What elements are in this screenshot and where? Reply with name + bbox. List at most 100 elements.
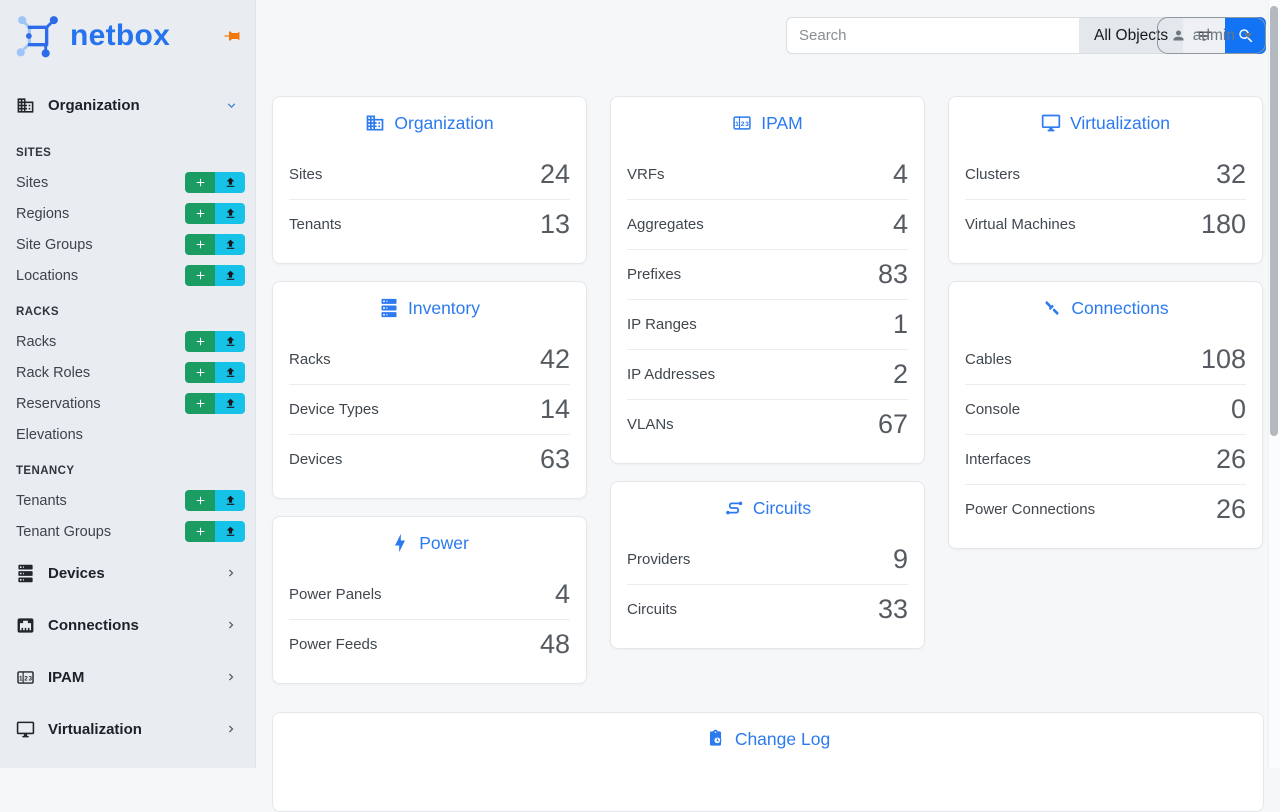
add-button[interactable]: [185, 490, 215, 511]
dashboard-column-1: Organization Sites24 Tenants13 Inventory…: [272, 96, 587, 684]
server-icon: [379, 298, 399, 318]
sidebar-section-connections[interactable]: Connections: [0, 607, 255, 643]
stat-value: 0: [1231, 394, 1246, 425]
import-button[interactable]: [215, 265, 245, 286]
cable-icon: [1042, 298, 1062, 318]
caret-down-icon: [1244, 33, 1252, 38]
stat-label[interactable]: Power Connections: [965, 501, 1095, 518]
scrollbar-thumb[interactable]: [1270, 6, 1278, 436]
sidebar-item-regions: Regions: [0, 198, 255, 229]
add-button[interactable]: [185, 521, 215, 542]
transit-connection-icon: [724, 498, 744, 518]
stat-value: 14: [540, 394, 570, 425]
import-button[interactable]: [215, 234, 245, 255]
sidebar-section-label: Organization: [48, 97, 140, 114]
stat-label[interactable]: Devices: [289, 451, 342, 468]
add-button[interactable]: [185, 172, 215, 193]
stat-label[interactable]: Virtual Machines: [965, 216, 1076, 233]
import-button[interactable]: [215, 331, 245, 352]
stat-label[interactable]: Circuits: [627, 601, 677, 618]
stat-label[interactable]: IP Ranges: [627, 316, 697, 333]
stat-row[interactable]: Device Types 14: [289, 384, 570, 434]
stat-row[interactable]: Aggregates 4: [627, 199, 908, 249]
stat-row[interactable]: Circuits33: [627, 584, 908, 634]
stat-label[interactable]: Tenants: [289, 216, 342, 233]
stat-row[interactable]: Devices63: [289, 434, 570, 484]
stat-label[interactable]: Power Feeds: [289, 636, 377, 653]
stat-label[interactable]: Power Panels: [289, 586, 382, 603]
stat-label[interactable]: Cables: [965, 351, 1012, 368]
import-button[interactable]: [215, 203, 245, 224]
stat-label[interactable]: Prefixes: [627, 266, 681, 283]
stat-row[interactable]: Power Connections26: [965, 484, 1246, 534]
dashboard-columns: Organization Sites24 Tenants13 Inventory…: [272, 96, 1263, 684]
sidebar-section-ipam[interactable]: 123 IPAM: [0, 659, 255, 695]
import-button[interactable]: [215, 393, 245, 414]
import-button[interactable]: [215, 490, 245, 511]
card-title: Circuits: [611, 482, 924, 534]
netbox-wordmark[interactable]: netbox: [70, 19, 170, 53]
stat-row[interactable]: Power Feeds 48: [289, 619, 570, 669]
stat-row[interactable]: Cables108: [965, 334, 1246, 384]
sidebar-section-virtualization[interactable]: Virtualization: [0, 711, 255, 747]
stat-row[interactable]: Interfaces 26: [965, 434, 1246, 484]
svg-text:3: 3: [745, 121, 749, 128]
card-title: Organization: [273, 97, 586, 149]
chevron-down-icon: [224, 98, 239, 113]
add-button[interactable]: [185, 362, 215, 383]
add-button[interactable]: [185, 265, 215, 286]
stat-row[interactable]: Clusters32: [965, 149, 1246, 199]
search-input[interactable]: [786, 17, 1079, 54]
clipboard-clock-icon: [706, 729, 726, 749]
stat-label[interactable]: Providers: [627, 551, 690, 568]
stat-label[interactable]: Aggregates: [627, 216, 704, 233]
user-menu-button[interactable]: admin: [1157, 17, 1266, 54]
stat-label[interactable]: VRFs: [627, 166, 665, 183]
sidebar-section-organization[interactable]: Organization: [0, 87, 255, 123]
import-button[interactable]: [215, 172, 245, 193]
stat-value: 48: [540, 629, 570, 660]
stat-row[interactable]: Tenants13: [289, 199, 570, 249]
netbox-logo-icon[interactable]: [14, 12, 62, 60]
stat-row[interactable]: VRFs4: [627, 149, 908, 199]
card-title: Change Log: [273, 713, 1263, 765]
stat-row[interactable]: Power Panels4: [289, 569, 570, 619]
sidebar-section-devices[interactable]: Devices: [0, 555, 255, 591]
stat-row[interactable]: Sites24: [289, 149, 570, 199]
stat-row[interactable]: VLANs67: [627, 399, 908, 449]
stat-row[interactable]: Console 0: [965, 384, 1246, 434]
sidebar-group-racks: RACKS: [16, 306, 239, 318]
building-icon: [365, 113, 385, 133]
stat-row[interactable]: Prefixes 83: [627, 249, 908, 299]
stat-label[interactable]: Console: [965, 401, 1020, 418]
sidebar-item-tenants: Tenants: [0, 485, 255, 516]
stat-row[interactable]: Racks42: [289, 334, 570, 384]
add-button[interactable]: [185, 393, 215, 414]
stat-label[interactable]: Clusters: [965, 166, 1020, 183]
stat-value: 4: [893, 209, 908, 240]
card-inventory: Inventory Racks42 Device Types14 Devices…: [272, 281, 587, 499]
stat-value: 26: [1216, 444, 1246, 475]
stat-row[interactable]: IP Ranges1: [627, 299, 908, 349]
stat-value: 83: [878, 259, 908, 290]
stat-label[interactable]: VLANs: [627, 416, 674, 433]
add-button[interactable]: [185, 203, 215, 224]
stat-label[interactable]: Sites: [289, 166, 322, 183]
import-button[interactable]: [215, 521, 245, 542]
add-button[interactable]: [185, 234, 215, 255]
stat-row[interactable]: IP Addresses2: [627, 349, 908, 399]
import-button[interactable]: [215, 362, 245, 383]
stat-label[interactable]: IP Addresses: [627, 366, 715, 383]
sidebar-item-tenant-groups: Tenant Groups: [0, 516, 255, 547]
stat-label[interactable]: Device Types: [289, 401, 379, 418]
sidebar-item-reservations: Reservations: [0, 388, 255, 419]
stat-label[interactable]: Racks: [289, 351, 331, 368]
svg-text:2: 2: [741, 121, 745, 128]
card-virtualization: Virtualization Clusters32 Virtual Machin…: [948, 96, 1263, 264]
add-button[interactable]: [185, 331, 215, 352]
pin-icon[interactable]: [223, 27, 241, 45]
sidebar-group-tenancy: TENANCY: [16, 465, 239, 477]
stat-row[interactable]: Virtual Machines180: [965, 199, 1246, 249]
stat-label[interactable]: Interfaces: [965, 451, 1031, 468]
stat-row[interactable]: Providers9: [627, 534, 908, 584]
